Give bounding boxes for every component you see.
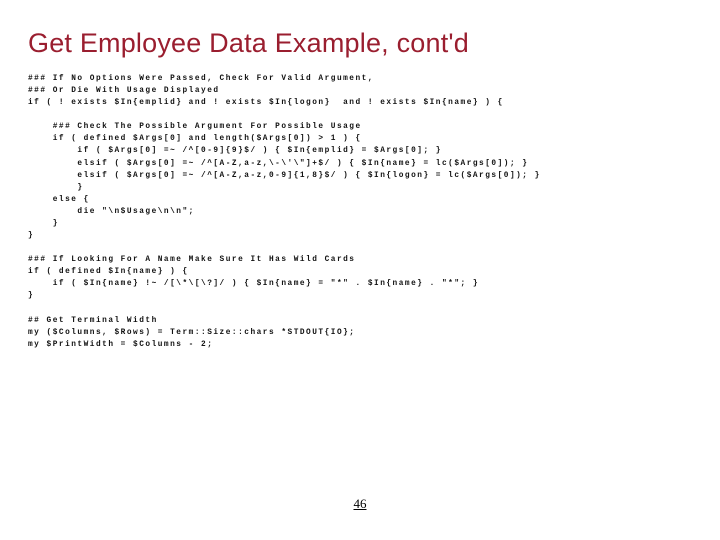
slide-title: Get Employee Data Example, cont'd — [28, 28, 692, 59]
page-number: 46 — [0, 496, 720, 512]
code-block: ### If No Options Were Passed, Check For… — [28, 73, 692, 351]
slide: Get Employee Data Example, cont'd ### If… — [0, 0, 720, 540]
